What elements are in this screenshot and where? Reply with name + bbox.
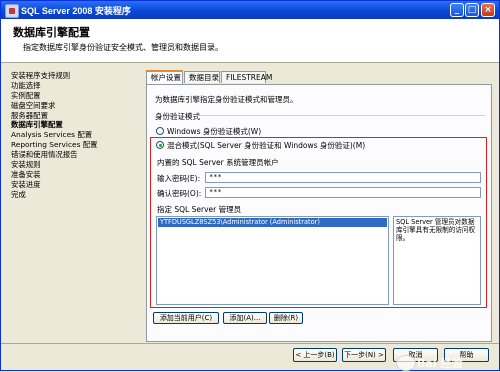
confirm-password-field[interactable]: *** xyxy=(205,187,481,198)
admin-section-label: 指定 SQL Server 管理员 xyxy=(157,205,242,214)
watermark: Bai 经验 xyxy=(396,354,496,372)
nav-item-ready-to-install[interactable]: 准备安装 xyxy=(11,170,141,180)
password-label: 输入密码(E): xyxy=(157,174,201,183)
tab-filestream[interactable]: FILESTREAM xyxy=(221,71,272,83)
close-button[interactable]: × xyxy=(481,3,495,17)
admin-list[interactable]: YTFDUSGLZ8SZ53\Administrator (Administra… xyxy=(156,216,389,305)
watermark-text: Bai 经验 xyxy=(417,357,463,370)
confirm-password-label: 确认密码(O): xyxy=(157,189,202,198)
nav-item-complete[interactable]: 完成 xyxy=(11,190,141,200)
windows-auth-radio[interactable] xyxy=(156,127,164,135)
title-bar: SQL Server 2008 安装程序 _ □ × xyxy=(1,1,499,19)
add-button[interactable]: 添加(A)... xyxy=(223,312,267,324)
maximize-button[interactable]: □ xyxy=(465,3,479,17)
admin-info-text: SQL Server 管理员对数据库引擎具有无限制的访问权限。 xyxy=(393,216,481,305)
app-icon xyxy=(5,4,19,18)
nav-item-feature-selection[interactable]: 功能选择 xyxy=(11,81,141,91)
back-button[interactable]: < 上一步(B) xyxy=(293,348,337,362)
tab-data-directories[interactable]: 数据目录 xyxy=(184,71,220,83)
list-item[interactable]: YTFDUSGLZ8SZ53\Administrator (Administra… xyxy=(158,218,387,227)
account-settings-panel: 为数据库引擎指定身份验证模式和管理员。 身份验证模式 Windows 身份验证模… xyxy=(146,84,492,342)
nav-item-install-progress[interactable]: 安装进度 xyxy=(11,180,141,190)
tab-account-settings[interactable]: 帐户设置 xyxy=(146,70,183,84)
mixed-auth-radio[interactable] xyxy=(156,141,164,149)
window-title: SQL Server 2008 安装程序 xyxy=(21,6,131,16)
nav-item-install-rules[interactable]: 安装规则 xyxy=(11,160,141,170)
add-current-user-button[interactable]: 添加当前用户(C) xyxy=(153,312,219,324)
minimize-button[interactable]: _ xyxy=(450,3,464,17)
watermark-logo-icon xyxy=(396,355,416,371)
nav-item-server-config[interactable]: 服务器配置 xyxy=(11,111,141,121)
step-nav: 安装程序支持规则 功能选择 实例配置 磁盘空间要求 服务器配置 数据库引擎配置 … xyxy=(11,71,141,200)
page-subtitle: 指定数据库引擎身份验证安全模式、管理员和数据目录。 xyxy=(23,43,223,52)
windows-auth-label[interactable]: Windows 身份验证模式(W) xyxy=(167,126,261,137)
page-header: 数据库引擎配置 指定数据库引擎身份验证安全模式、管理员和数据目录。 xyxy=(1,19,499,63)
nav-item-instance-config[interactable]: 实例配置 xyxy=(11,91,141,101)
nav-item-reporting-services[interactable]: Reporting Services 配置 xyxy=(11,140,141,150)
nav-item-analysis-services[interactable]: Analysis Services 配置 xyxy=(11,130,141,140)
auth-description: 为数据库引擎指定身份验证模式和管理员。 xyxy=(155,95,298,104)
auth-mode-label: 身份验证模式 xyxy=(155,112,200,121)
page-title: 数据库引擎配置 xyxy=(13,26,90,39)
nav-item-error-reporting[interactable]: 错误和使用情况报告 xyxy=(11,150,141,160)
sa-account-label: 内置的 SQL Server 系统管理员帐户 xyxy=(157,158,279,167)
remove-button[interactable]: 删除(R) xyxy=(269,312,303,324)
next-button[interactable]: 下一步(N) > xyxy=(342,348,386,362)
password-field[interactable]: *** xyxy=(205,172,481,183)
nav-item-support-rules[interactable]: 安装程序支持规则 xyxy=(11,71,141,81)
mixed-auth-label[interactable]: 混合模式(SQL Server 身份验证和 Windows 身份验证)(M) xyxy=(167,140,365,151)
divider xyxy=(197,115,485,116)
nav-item-db-engine-config[interactable]: 数据库引擎配置 xyxy=(11,120,141,130)
installer-window: SQL Server 2008 安装程序 _ □ × 数据库引擎配置 指定数据库… xyxy=(0,0,500,371)
footer-divider xyxy=(1,343,499,344)
nav-item-disk-space[interactable]: 磁盘空间要求 xyxy=(11,101,141,111)
